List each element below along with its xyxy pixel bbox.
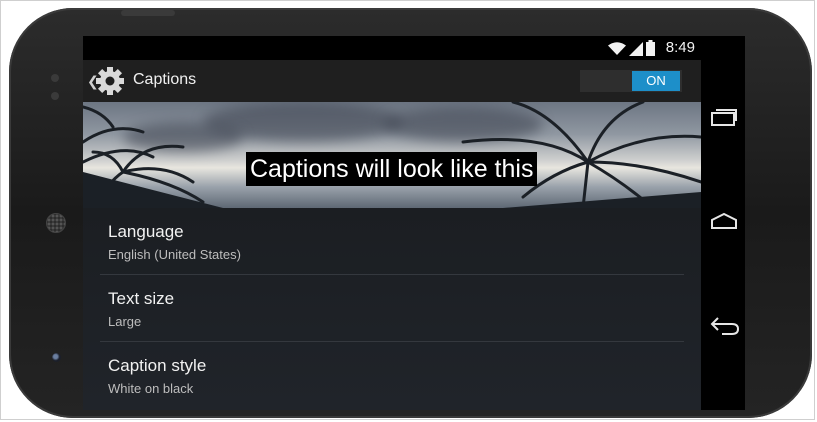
- recent-apps-icon[interactable]: [710, 107, 738, 127]
- wifi-icon: [608, 42, 626, 55]
- phone-device: 8:49 ❮ Captions ON Captions will look li…: [9, 8, 812, 418]
- battery-icon: [646, 40, 655, 56]
- front-camera: [52, 353, 61, 362]
- list-divider: [100, 341, 684, 342]
- list-divider: [100, 274, 684, 275]
- speaker-grille: [46, 213, 66, 233]
- power-button: [121, 10, 175, 16]
- signal-icon: [629, 42, 643, 56]
- navigation-bar: [701, 36, 745, 410]
- setting-text-size[interactable]: Text size Large: [108, 289, 668, 330]
- caption-preview: Captions will look like this: [83, 102, 701, 208]
- setting-language[interactable]: Language English (United States): [108, 222, 668, 263]
- gear-icon: [96, 67, 124, 95]
- action-bar: ❮ Captions ON: [83, 60, 701, 102]
- home-icon[interactable]: [710, 212, 738, 230]
- setting-subtitle: White on black: [108, 381, 194, 396]
- caption-sample-text: Captions will look like this: [246, 152, 538, 186]
- captions-toggle[interactable]: ON: [580, 70, 682, 92]
- status-time: 8:49: [665, 39, 695, 56]
- status-icons: [608, 40, 655, 56]
- setting-caption-style[interactable]: Caption style White on black: [108, 356, 668, 397]
- setting-title: Language: [108, 222, 184, 241]
- status-bar: 8:49: [83, 36, 701, 60]
- page-title: Captions: [133, 71, 197, 88]
- back-icon[interactable]: [710, 314, 740, 336]
- toggle-thumb: ON: [632, 71, 680, 91]
- setting-subtitle: Large: [108, 314, 142, 329]
- screenshot-frame: 8:49 ❮ Captions ON Captions will look li…: [0, 0, 815, 420]
- sensor: [51, 92, 59, 100]
- settings-list: Language English (United States) Text si…: [83, 208, 701, 410]
- sensor: [51, 74, 59, 82]
- setting-title: Caption style: [108, 356, 207, 375]
- setting-subtitle: English (United States): [108, 247, 241, 262]
- up-navigation[interactable]: ❮ Captions: [83, 60, 213, 102]
- setting-title: Text size: [108, 289, 175, 308]
- phone-screen: 8:49 ❮ Captions ON Captions will look li…: [83, 36, 745, 410]
